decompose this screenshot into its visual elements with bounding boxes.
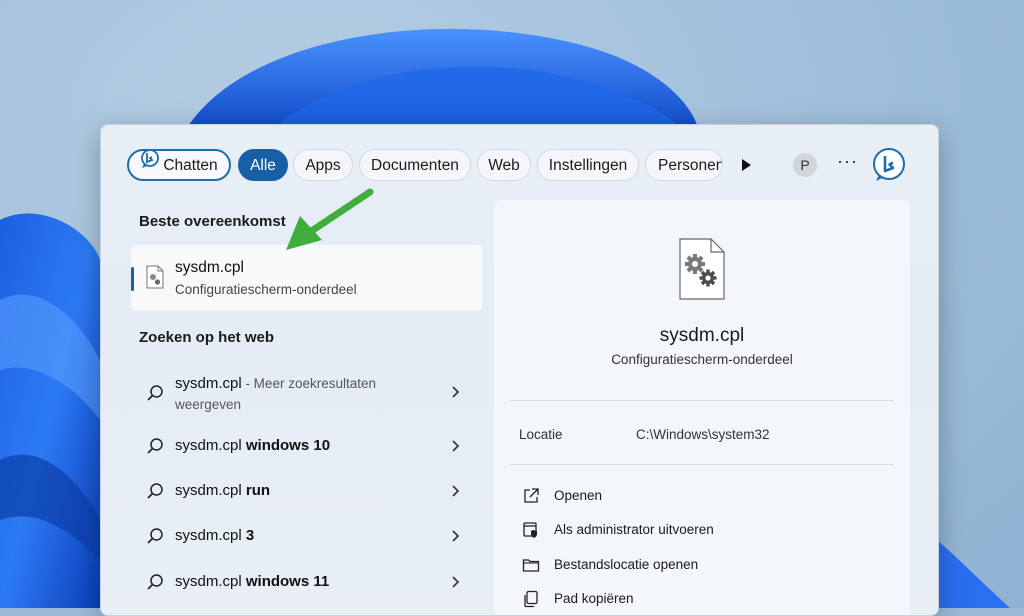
chat-label: Chatten xyxy=(163,157,218,174)
bing-icon[interactable] xyxy=(871,147,907,183)
chat-button[interactable]: Chatten xyxy=(127,149,231,181)
open-action-label: Openen xyxy=(554,488,603,503)
web-result-bold: 3 xyxy=(245,527,255,544)
web-result-row[interactable]: sysdm.cpl run xyxy=(131,478,482,504)
web-search-heading: Zoeken op het web xyxy=(139,329,275,346)
run-as-admin-action[interactable]: Als administrator uitvoeren xyxy=(522,518,882,544)
preview-pane: sysdm.cpl Configuratiescherm-onderdeel L… xyxy=(494,200,910,615)
web-result-bold: windows 11 xyxy=(245,573,330,590)
search-icon xyxy=(147,438,163,454)
chevron-right-icon xyxy=(452,576,460,588)
admin-shield-icon xyxy=(523,522,537,538)
open-file-location-action[interactable]: Bestandslocatie openen xyxy=(522,553,882,579)
divider xyxy=(510,400,894,401)
best-match-name: sysdm.cpl xyxy=(175,259,244,276)
more-options-icon[interactable]: ··· xyxy=(837,151,858,172)
chevron-right-icon xyxy=(452,440,460,452)
web-result-query: sysdm.cpl xyxy=(175,437,246,454)
tab-settings[interactable]: Instellingen xyxy=(537,149,639,181)
best-match-heading: Beste overeenkomst xyxy=(139,213,286,230)
copy-path-label: Pad kopiëren xyxy=(554,591,634,606)
tab-documents[interactable]: Documenten xyxy=(359,149,471,181)
control-panel-file-icon xyxy=(146,265,164,289)
web-result-row[interactable]: sysdm.cpl - Meer zoekresultaten weergeve… xyxy=(131,369,482,415)
copy-icon xyxy=(524,590,538,608)
web-result-row[interactable]: sysdm.cpl windows 10 xyxy=(131,433,482,459)
web-result-row[interactable]: sysdm.cpl 3 xyxy=(131,523,482,549)
web-result-row[interactable]: sysdm.cpl windows 11 xyxy=(131,569,482,595)
tab-apps[interactable]: Apps xyxy=(293,149,353,181)
search-panel: Chatten Alle Apps Documenten Web Instell… xyxy=(100,124,939,616)
filter-bar: Chatten Alle Apps Documenten Web Instell… xyxy=(125,147,915,185)
bing-chat-icon xyxy=(140,151,160,179)
location-value: C:\Windows\system32 xyxy=(636,427,770,442)
web-result-bold: run xyxy=(245,482,271,499)
preview-title: sysdm.cpl xyxy=(659,325,745,346)
chevron-right-icon xyxy=(452,530,460,542)
preview-subtitle: Configuratiescherm-onderdeel xyxy=(611,352,793,367)
web-result-query: sysdm.cpl xyxy=(175,375,242,392)
run-as-admin-label: Als administrator uitvoeren xyxy=(554,522,714,537)
folder-icon xyxy=(522,559,540,572)
web-result-bold: windows 10 xyxy=(245,437,331,454)
best-match-type: Configuratiescherm-onderdeel xyxy=(175,282,357,297)
tab-all[interactable]: Alle xyxy=(238,149,288,181)
play-arrow-icon[interactable] xyxy=(739,157,753,173)
tab-people[interactable]: Personen xyxy=(645,149,723,181)
web-result-suffix: - Meer zoekresultaten xyxy=(241,376,376,391)
web-result-query: sysdm.cpl xyxy=(175,527,246,544)
open-external-icon xyxy=(524,488,539,503)
location-label: Locatie xyxy=(519,427,563,442)
chevron-right-icon xyxy=(452,386,460,398)
search-icon xyxy=(147,385,163,401)
open-file-location-label: Bestandslocatie openen xyxy=(554,557,699,572)
selection-indicator xyxy=(131,267,134,291)
chevron-right-icon xyxy=(452,485,460,497)
web-result-query: sysdm.cpl xyxy=(175,573,246,590)
avatar[interactable]: P xyxy=(793,153,817,177)
control-panel-file-icon xyxy=(679,238,725,300)
copy-path-action[interactable]: Pad kopiëren xyxy=(522,587,882,613)
web-result-query: sysdm.cpl xyxy=(175,482,246,499)
search-icon xyxy=(147,483,163,499)
annotation-arrow xyxy=(286,188,374,250)
search-icon xyxy=(147,528,163,544)
tab-web[interactable]: Web xyxy=(477,149,531,181)
search-icon xyxy=(147,574,163,590)
divider xyxy=(510,464,894,465)
web-result-suffix-line2: weergeven xyxy=(175,397,242,412)
open-action[interactable]: Openen xyxy=(522,484,882,510)
